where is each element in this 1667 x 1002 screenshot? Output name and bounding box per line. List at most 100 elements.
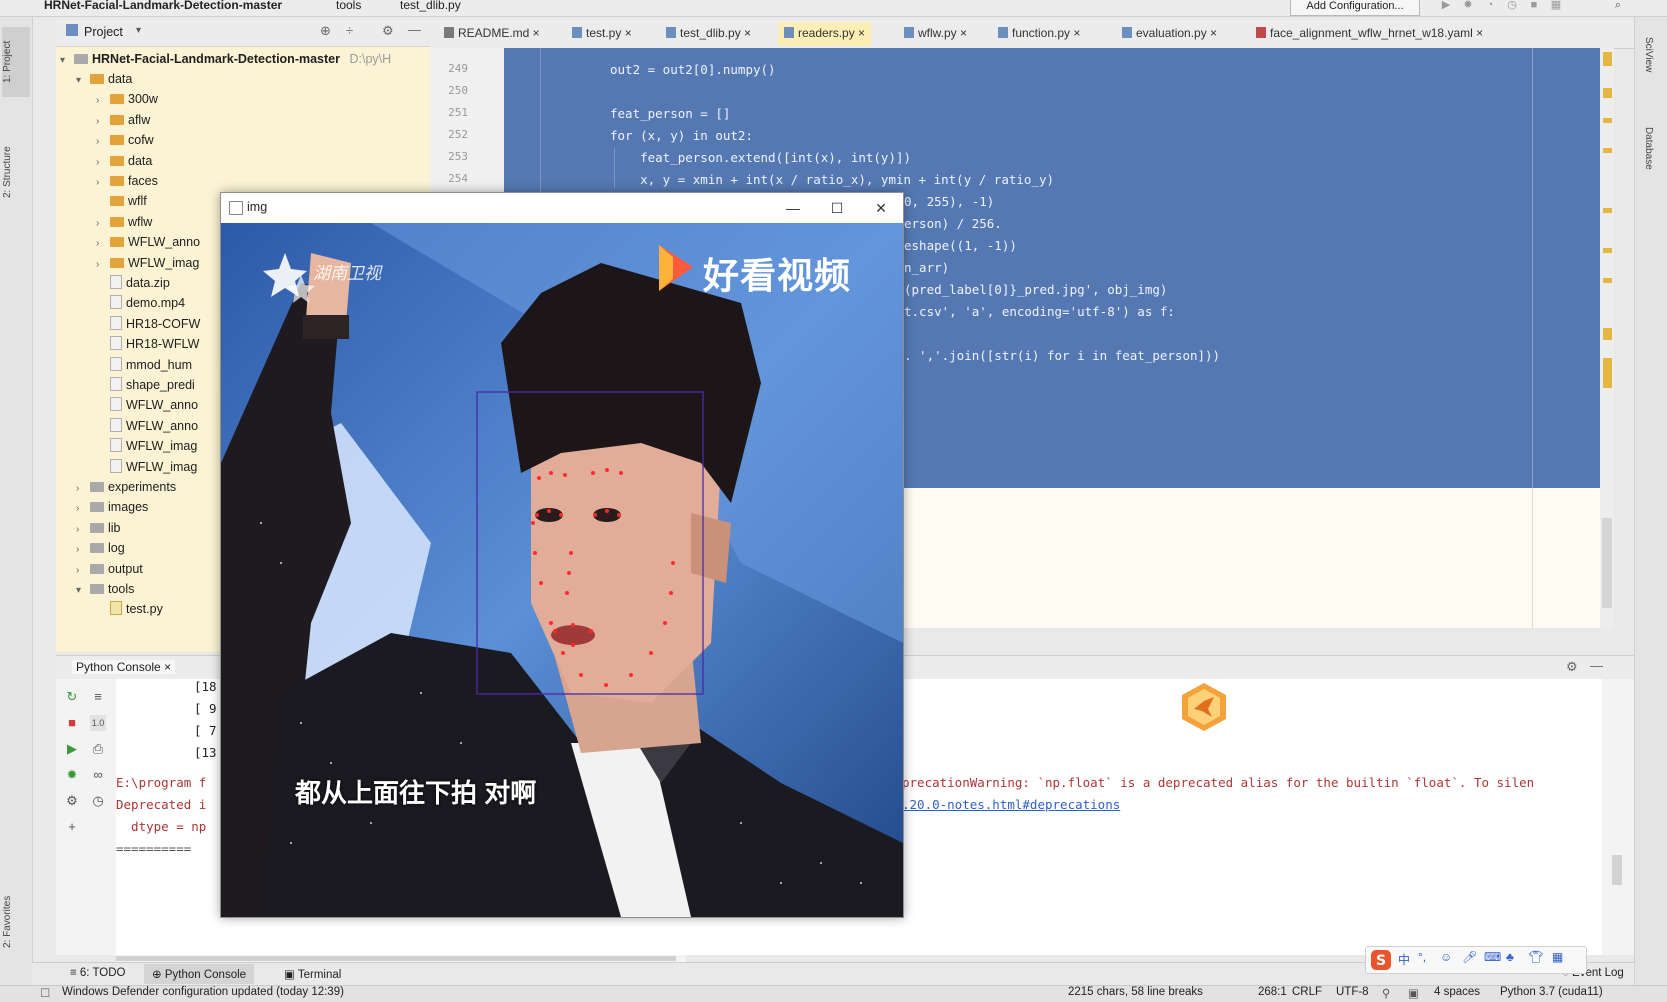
- warning-marker[interactable]: [1603, 248, 1612, 253]
- chevron-down-icon[interactable]: ▾: [136, 25, 141, 36]
- tree-item-wflw-anno[interactable]: WFLW_anno: [96, 395, 198, 415]
- console-horizontal-scrollbar[interactable]: [116, 955, 686, 962]
- chevron-right-icon[interactable]: ›: [96, 132, 110, 152]
- tab-test-dlib-py[interactable]: test_dlib.py ×: [666, 26, 751, 40]
- tab-yaml[interactable]: face_alignment_wflw_hrnet_w18.yaml ×: [1256, 26, 1483, 40]
- gear-icon[interactable]: ⚙: [382, 23, 394, 39]
- debug-icon[interactable]: ✹: [1462, 0, 1474, 11]
- chevron-right-icon[interactable]: ›: [96, 255, 110, 275]
- stop-icon[interactable]: ■: [1528, 0, 1540, 11]
- breadcrumb-tools[interactable]: tools: [336, 0, 361, 12]
- sciview-tool-tab[interactable]: SciView: [1643, 37, 1654, 72]
- tree-item-log[interactable]: › log: [76, 538, 125, 558]
- close-button[interactable]: ✕: [865, 198, 897, 218]
- chevron-right-icon[interactable]: ›: [76, 479, 90, 499]
- ime-voice-icon[interactable]: 🎤︎: [1462, 950, 1477, 964]
- history-icon[interactable]: ◷: [90, 793, 106, 809]
- print-icon[interactable]: ⎙: [90, 741, 106, 757]
- rerun-icon[interactable]: ↻: [64, 689, 80, 705]
- status-line-separator[interactable]: CRLF: [1292, 986, 1322, 998]
- ime-chinese-mode[interactable]: 中: [1398, 951, 1410, 968]
- breadcrumb-file[interactable]: test_dlib.py: [400, 0, 461, 12]
- chevron-right-icon[interactable]: ›: [96, 153, 110, 173]
- hide-panel-icon[interactable]: —: [408, 22, 421, 37]
- python-console-tool-tab[interactable]: ⊕ Python Console: [144, 964, 255, 984]
- tree-item-aflw[interactable]: › aflw: [96, 110, 150, 130]
- add-configuration-button[interactable]: Add Configuration...: [1290, 0, 1420, 16]
- chevron-down-icon[interactable]: ▾: [76, 581, 90, 601]
- chevron-right-icon[interactable]: ›: [96, 234, 110, 254]
- ime-keyboard-icon[interactable]: ⌨: [1484, 950, 1501, 964]
- console-scrollbar-thumb[interactable]: [1612, 855, 1622, 885]
- image-preview-window[interactable]: img — ☐ ✕ 湖南卫视 好看视频 都从上面往下拍 对啊: [220, 192, 904, 918]
- minimize-button[interactable]: —: [777, 198, 809, 218]
- chevron-down-icon[interactable]: ▾: [76, 71, 90, 91]
- sogou-ime-icon[interactable]: S: [1370, 949, 1392, 971]
- chevron-right-icon[interactable]: ›: [96, 214, 110, 234]
- tree-item-cofw[interactable]: › cofw: [96, 130, 154, 150]
- horizontal-scrollbar-thumb[interactable]: [116, 956, 676, 961]
- ime-skin-icon[interactable]: 👕︎: [1528, 950, 1543, 964]
- project-view-selector[interactable]: Project: [84, 25, 123, 39]
- database-tool-tab[interactable]: Database: [1643, 127, 1654, 170]
- chevron-right-icon[interactable]: ›: [96, 112, 110, 132]
- tree-root[interactable]: ▾ HRNet-Facial-Landmark-Detection-master …: [60, 49, 391, 69]
- settings-icon[interactable]: ⚙: [64, 793, 80, 809]
- tab-readers-py[interactable]: readers.py ×: [778, 22, 872, 46]
- status-message[interactable]: Windows Defender configuration updated (…: [62, 986, 344, 998]
- ime-toolbar[interactable]: S 中 °, ☺ 🎤︎ ⌨ ♣ 👕︎ ▦: [1365, 946, 1587, 974]
- editor-error-stripe[interactable]: [1600, 48, 1614, 628]
- tree-item-lib[interactable]: › lib: [76, 518, 121, 538]
- tree-item-faces[interactable]: › faces: [96, 171, 158, 191]
- warning-marker[interactable]: [1603, 118, 1612, 123]
- tree-item-wflw-imag[interactable]: WFLW_imag: [96, 457, 197, 477]
- soft-wrap-icon[interactable]: 1.0: [90, 715, 106, 731]
- ime-emoji-icon[interactable]: ☺: [1440, 950, 1452, 964]
- tree-item-data-zip[interactable]: data.zip: [96, 273, 170, 293]
- status-indent[interactable]: 4 spaces: [1434, 986, 1480, 998]
- status-icon[interactable]: ☐: [40, 986, 50, 1000]
- chevron-right-icon[interactable]: ›: [96, 91, 110, 111]
- tab-evaluation-py[interactable]: evaluation.py ×: [1122, 26, 1217, 40]
- console-scrollbar[interactable]: [1602, 679, 1634, 955]
- warning-marker[interactable]: [1603, 358, 1612, 388]
- tree-item-wflw-anno[interactable]: WFLW_anno: [96, 416, 198, 436]
- tree-item-test-py[interactable]: test.py: [96, 599, 163, 619]
- tree-item-wflw[interactable]: › wflw: [96, 212, 152, 232]
- breadcrumb-project[interactable]: HRNet-Facial-Landmark-Detection-master: [44, 0, 282, 12]
- ime-menu-icon[interactable]: ▦: [1552, 950, 1563, 964]
- build-icon[interactable]: ▦: [1550, 0, 1562, 11]
- tab-wflw-py[interactable]: wflw.py ×: [904, 26, 967, 40]
- stop-icon[interactable]: ■: [64, 715, 80, 731]
- output-icon[interactable]: ≡: [90, 689, 106, 705]
- chevron-right-icon[interactable]: ›: [96, 173, 110, 193]
- tree-item-data[interactable]: ▾ data: [76, 69, 132, 89]
- coverage-icon[interactable]: ◔: [1484, 0, 1496, 11]
- chevron-right-icon[interactable]: ›: [76, 540, 90, 560]
- warning-marker[interactable]: [1603, 148, 1612, 153]
- tree-item-data[interactable]: › data: [96, 151, 152, 171]
- warning-marker[interactable]: [1603, 328, 1612, 340]
- editor-scrollbar-thumb[interactable]: [1602, 518, 1612, 608]
- warning-marker[interactable]: [1603, 278, 1612, 283]
- tree-item-mmod-hum[interactable]: mmod_hum: [96, 355, 192, 375]
- tree-item-output[interactable]: › output: [76, 559, 143, 579]
- tree-item-300w[interactable]: › 300w: [96, 89, 158, 109]
- status-encoding[interactable]: UTF-8: [1336, 986, 1369, 998]
- hide-panel-icon[interactable]: —: [1590, 658, 1603, 673]
- favorites-tool-tab[interactable]: 2: Favorites: [2, 877, 30, 967]
- warning-marker[interactable]: [1603, 88, 1612, 98]
- tree-item-experiments[interactable]: › experiments: [76, 477, 176, 497]
- image-window-titlebar[interactable]: img — ☐ ✕: [221, 193, 903, 223]
- tab-readme[interactable]: README.md ×: [444, 26, 540, 40]
- collapse-all-icon[interactable]: ÷: [346, 23, 353, 38]
- console-docs-link[interactable]: .20.0-notes.html#deprecations: [902, 797, 1120, 812]
- warning-marker[interactable]: [1603, 208, 1612, 213]
- tree-item-wflw-imag[interactable]: › WFLW_imag: [96, 253, 199, 273]
- locate-icon[interactable]: ⊕: [320, 23, 331, 39]
- terminal-tool-tab[interactable]: ▣ Terminal: [284, 967, 341, 981]
- chevron-right-icon[interactable]: ›: [76, 520, 90, 540]
- tree-item-wflw-anno[interactable]: › WFLW_anno: [96, 232, 200, 252]
- tree-item-images[interactable]: › images: [76, 497, 148, 517]
- git-icon[interactable]: ⚲: [1382, 986, 1390, 1000]
